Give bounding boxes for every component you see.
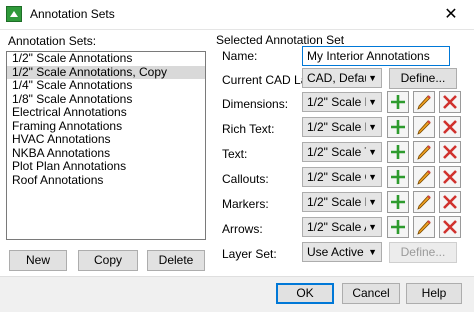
list-item[interactable]: NKBA Annotations [7,146,205,161]
annotation-sets-label: Annotation Sets: [8,34,97,48]
plus-icon[interactable] [387,216,409,238]
markers-select[interactable]: 1/2" Scale Markers ▼ [302,192,382,212]
dropdown-arrow-icon: ▼ [366,193,377,211]
close-icon[interactable]: ✕ [428,0,474,30]
new-button[interactable]: New [9,250,67,271]
callouts-value: 1/2" Scale Callouts [307,170,367,184]
pencil-icon[interactable] [413,191,435,213]
arrows-label: Arrows: [222,222,263,236]
dropdown-arrow-icon: ▼ [366,118,377,136]
markers-label: Markers: [222,197,269,211]
list-item[interactable]: Roof Annotations [7,173,205,188]
callouts-label: Callouts: [222,172,269,186]
pencil-icon[interactable] [413,91,435,113]
callouts-select[interactable]: 1/2" Scale Callouts ▼ [302,167,382,187]
help-button[interactable]: Help [406,283,462,304]
list-item[interactable]: 1/2" Scale Annotations, Copy [7,65,205,79]
list-item[interactable]: 1/2" Scale Annotations [7,52,205,66]
rich-text-select[interactable]: 1/2" Scale Rich Text ▼ [302,117,382,137]
layer-set-label: Layer Set: [222,247,277,261]
list-item[interactable]: 1/8" Scale Annotations [7,92,205,107]
dimensions-select[interactable]: 1/2" Scale Dimensions ▼ [302,92,382,112]
app-icon [6,6,22,22]
pencil-icon[interactable] [413,116,435,138]
red-x-icon[interactable] [439,141,461,163]
dropdown-arrow-icon: ▼ [366,168,377,186]
pencil-icon[interactable] [413,141,435,163]
title-bar: Annotation Sets ✕ [0,0,474,30]
cad-layer-value: CAD, Default [307,71,367,85]
text-select[interactable]: 1/2" Scale Text ▼ [302,142,382,162]
name-input[interactable]: My Interior Annotations [302,46,450,66]
plus-icon[interactable] [387,116,409,138]
text-value: 1/2" Scale Text [307,145,367,159]
ok-button[interactable]: OK [276,283,334,304]
list-item[interactable]: Framing Annotations [7,119,205,134]
list-item[interactable]: HVAC Annotations [7,132,205,147]
plus-icon[interactable] [387,91,409,113]
dialog-footer [0,276,474,312]
red-x-icon[interactable] [439,91,461,113]
define-layer-button[interactable]: Define... [389,68,457,89]
markers-value: 1/2" Scale Markers [307,195,367,209]
red-x-icon[interactable] [439,216,461,238]
pencil-icon[interactable] [413,166,435,188]
cancel-button[interactable]: Cancel [342,283,400,304]
rich-text-value: 1/2" Scale Rich Text [307,120,367,134]
pencil-icon[interactable] [413,216,435,238]
text-label: Text: [222,147,248,161]
red-x-icon[interactable] [439,191,461,213]
delete-button[interactable]: Delete [147,250,205,271]
name-label: Name: [222,49,258,63]
plus-icon[interactable] [387,191,409,213]
layer-set-select[interactable]: Use Active Layer Set ▼ [302,242,382,262]
annotation-sets-list[interactable]: 1/2" Scale Annotations 1/2" Scale Annota… [6,51,206,240]
dropdown-arrow-icon: ▼ [366,143,377,161]
window-title: Annotation Sets [30,7,115,21]
copy-button[interactable]: Copy [78,250,138,271]
list-item[interactable]: Plot Plan Annotations [7,159,205,174]
list-item[interactable]: Electrical Annotations [7,105,205,120]
dimensions-label: Dimensions: [222,97,289,111]
dropdown-arrow-icon: ▼ [366,218,377,236]
red-x-icon[interactable] [439,116,461,138]
selected-set-label: Selected Annotation Set [216,33,345,47]
plus-icon[interactable] [387,166,409,188]
red-x-icon[interactable] [439,166,461,188]
cad-layer-select[interactable]: CAD, Default ▼ [302,68,382,88]
arrows-select[interactable]: 1/2" Scale Arrows ▼ [302,217,382,237]
arrows-value: 1/2" Scale Arrows [307,220,367,234]
list-item[interactable]: 1/4" Scale Annotations [7,78,205,93]
define-layer-set-button[interactable]: Define... [389,242,457,263]
dropdown-arrow-icon: ▼ [366,93,377,111]
dropdown-arrow-icon: ▼ [366,243,377,261]
dimensions-value: 1/2" Scale Dimensions [307,95,367,109]
plus-icon[interactable] [387,141,409,163]
layer-set-value: Use Active Layer Set [307,245,367,259]
dropdown-arrow-icon: ▼ [366,69,377,87]
rich-text-label: Rich Text: [222,122,275,136]
